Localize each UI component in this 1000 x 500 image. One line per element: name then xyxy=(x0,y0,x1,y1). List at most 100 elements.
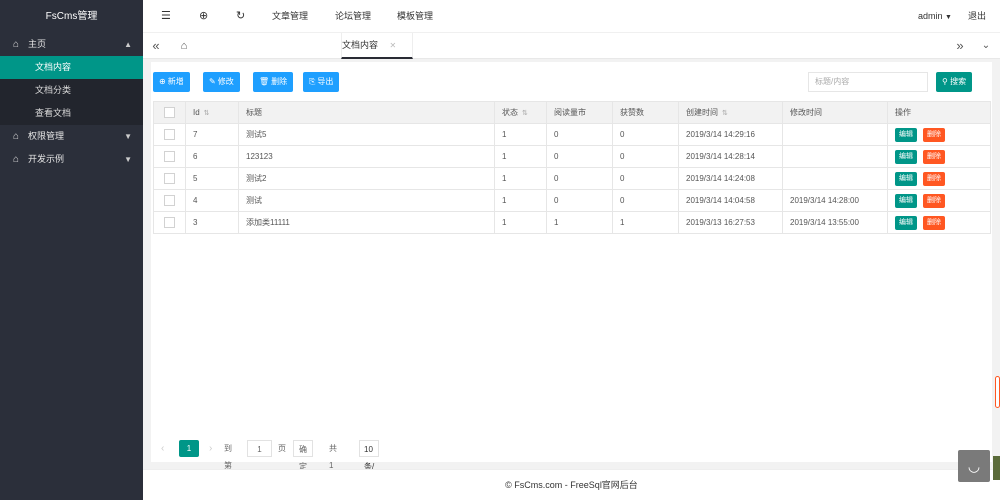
page-size-select[interactable]: 10 条/页 ▼ xyxy=(359,440,380,500)
table-row[interactable]: 6 123123 1 0 0 2019/3/14 14:28:14 编辑 删除 xyxy=(153,145,991,168)
total-count: 共 1 条 xyxy=(329,444,337,487)
row-checkbox[interactable] xyxy=(153,189,186,212)
sort-icon[interactable]: ⇅ xyxy=(522,110,528,117)
row-delete-button[interactable]: 删除 xyxy=(923,149,945,164)
cell-reads: 0 xyxy=(546,145,613,168)
row-checkbox[interactable] xyxy=(153,167,186,190)
col-created[interactable]: 创建时间 ⇅ xyxy=(678,101,783,124)
goto-confirm-button[interactable]: 确定 xyxy=(293,440,313,471)
sidebar-item-doc-category[interactable]: 文档分类 xyxy=(0,79,143,102)
page-current[interactable]: 1 xyxy=(179,440,199,457)
export-button[interactable]: ⎘ 导出 xyxy=(303,72,340,92)
logout-link[interactable]: 退出 xyxy=(968,0,986,33)
cell-actions: 编辑 删除 xyxy=(887,145,991,168)
cell-id: 7 xyxy=(185,123,239,146)
col-label: Id xyxy=(193,108,200,117)
cell-modified xyxy=(782,145,888,168)
close-icon[interactable]: ✕ xyxy=(390,41,397,50)
row-checkbox[interactable] xyxy=(153,123,186,146)
col-status[interactable]: 状态 ⇅ xyxy=(494,101,547,124)
sidebar-item-label: 权限管理 xyxy=(28,131,65,141)
row-checkbox[interactable] xyxy=(153,211,186,234)
search-input[interactable]: 标题/内容 xyxy=(808,72,928,92)
table-row[interactable]: 7 测试5 1 0 0 2019/3/14 14:29:16 编辑 删除 xyxy=(153,123,991,146)
table-row[interactable]: 3 添加类11111 1 1 1 2019/3/13 16:27:53 2019/3/14 … xyxy=(153,211,991,234)
main-content: ⊕ 新增 ✎ 修改 🗑 删除 ⎘ 导出 标题/内容 ⚲ 搜索 Id ⇅ 标题 状… xyxy=(143,59,1000,500)
tab-scroll-left-icon[interactable]: « xyxy=(149,33,163,59)
plus-circle-icon: ⊕ xyxy=(159,77,166,86)
next-page-icon[interactable]: › xyxy=(209,440,212,457)
nav-template[interactable]: 模板管理 xyxy=(397,0,433,33)
refresh-icon[interactable]: ↻ xyxy=(236,0,245,33)
col-id[interactable]: Id ⇅ xyxy=(185,101,239,124)
tab-doc-content[interactable]: 文档内容 ✕ xyxy=(341,33,413,59)
row-edit-button[interactable]: 编辑 xyxy=(895,171,917,186)
table-row[interactable]: 4 测试 1 0 0 2019/3/14 14:04:58 2019/3/14 14:28:… xyxy=(153,189,991,212)
col-reads: 阅读量市 xyxy=(546,101,613,124)
scrollbar-thumb[interactable] xyxy=(995,376,1000,408)
search-button[interactable]: ⚲ 搜索 xyxy=(936,72,973,92)
table-row[interactable]: 5 测试2 1 0 0 2019/3/14 14:24:08 编辑 删除 xyxy=(153,167,991,190)
cell-id: 3 xyxy=(185,211,239,234)
footer: © FsCms.com - FreeSql官网后台 xyxy=(143,469,1000,500)
edit-button[interactable]: ✎ 修改 xyxy=(203,72,240,92)
cell-created: 2019/3/14 14:04:58 xyxy=(678,189,783,212)
cell-likes: 0 xyxy=(612,189,679,212)
sidebar-item-permission[interactable]: ⌂ 权限管理 ▼ xyxy=(0,125,143,148)
row-edit-button[interactable]: 编辑 xyxy=(895,215,917,230)
cell-title: 测试5 xyxy=(238,123,495,146)
cell-likes: 0 xyxy=(612,167,679,190)
row-edit-button[interactable]: 编辑 xyxy=(895,127,917,142)
side-widget[interactable] xyxy=(993,456,1000,480)
col-likes: 获赞数 xyxy=(612,101,679,124)
row-delete-button[interactable]: 删除 xyxy=(923,215,945,230)
delete-button[interactable]: 🗑 删除 xyxy=(253,72,294,92)
tab-scroll-right-icon[interactable]: » xyxy=(953,33,967,59)
select-all-checkbox[interactable] xyxy=(153,101,186,124)
cell-likes: 0 xyxy=(612,123,679,146)
cell-actions: 编辑 删除 xyxy=(887,211,991,234)
goto-page-input[interactable]: 1 xyxy=(247,440,272,457)
col-title: 标题 xyxy=(238,101,495,124)
trash-icon: 🗑 xyxy=(259,77,270,86)
search-label: 搜索 xyxy=(950,77,967,86)
nav-article[interactable]: 文章管理 xyxy=(272,0,308,33)
cell-reads: 0 xyxy=(546,123,613,146)
add-button[interactable]: ⊕ 新增 xyxy=(153,72,190,92)
row-delete-button[interactable]: 删除 xyxy=(923,171,945,186)
sidebar-item-view-doc[interactable]: 查看文档 xyxy=(0,102,143,125)
content-panel: ⊕ 新增 ✎ 修改 🗑 删除 ⎘ 导出 标题/内容 ⚲ 搜索 Id ⇅ 标题 状… xyxy=(151,62,992,500)
home-icon[interactable]: ⌂ xyxy=(177,33,191,59)
top-header: ☰ ⊕ ↻ 文章管理 论坛管理 模板管理 admin ▼ 退出 xyxy=(143,0,1000,33)
cell-reads: 1 xyxy=(546,211,613,234)
table-header-row: Id ⇅ 标题 状态 ⇅ 阅读量市 获赞数 创建时间 ⇅ 修改时间 操作 xyxy=(153,101,991,124)
sort-icon[interactable]: ⇅ xyxy=(722,110,728,117)
sort-icon[interactable]: ⇅ xyxy=(204,110,210,117)
cell-created: 2019/3/14 14:24:08 xyxy=(678,167,783,190)
cell-title: 添加类11111 xyxy=(238,211,495,234)
cell-id: 4 xyxy=(185,189,239,212)
row-checkbox[interactable] xyxy=(153,145,186,168)
home-icon: ⌂ xyxy=(13,131,20,142)
sidebar-item-home[interactable]: ⌂ 主页 ▲ xyxy=(0,33,143,56)
prev-page-icon[interactable]: ‹ xyxy=(161,440,164,457)
chevron-down-icon[interactable]: ⌄ xyxy=(979,33,993,59)
cell-actions: 编辑 删除 xyxy=(887,123,991,146)
row-delete-button[interactable]: 删除 xyxy=(923,127,945,142)
row-edit-button[interactable]: 编辑 xyxy=(895,193,917,208)
sidebar-item-dev[interactable]: ⌂ 开发示例 ▼ xyxy=(0,148,143,171)
sidebar-item-doc-content[interactable]: 文档内容 xyxy=(0,56,143,79)
user-menu[interactable]: admin ▼ xyxy=(918,0,952,33)
menu-toggle-icon[interactable]: ☰ xyxy=(161,0,171,33)
cell-modified xyxy=(782,123,888,146)
row-edit-button[interactable]: 编辑 xyxy=(895,149,917,164)
cell-actions: 编辑 删除 xyxy=(887,189,991,212)
app-logo: FsCms管理 xyxy=(45,11,98,22)
globe-icon[interactable]: ⊕ xyxy=(199,0,208,33)
nav-forum[interactable]: 论坛管理 xyxy=(335,0,371,33)
chat-float-button[interactable]: ◡ xyxy=(958,450,990,482)
tab-label: 文档内容 xyxy=(342,40,379,50)
row-delete-button[interactable]: 删除 xyxy=(923,193,945,208)
caret-up-icon: ▲ xyxy=(124,40,132,49)
sidebar: FsCms管理 ⌂ 主页 ▲ 文档内容 文档分类 查看文档 ⌂ 权限管理 ▼ ⌂… xyxy=(0,0,143,500)
